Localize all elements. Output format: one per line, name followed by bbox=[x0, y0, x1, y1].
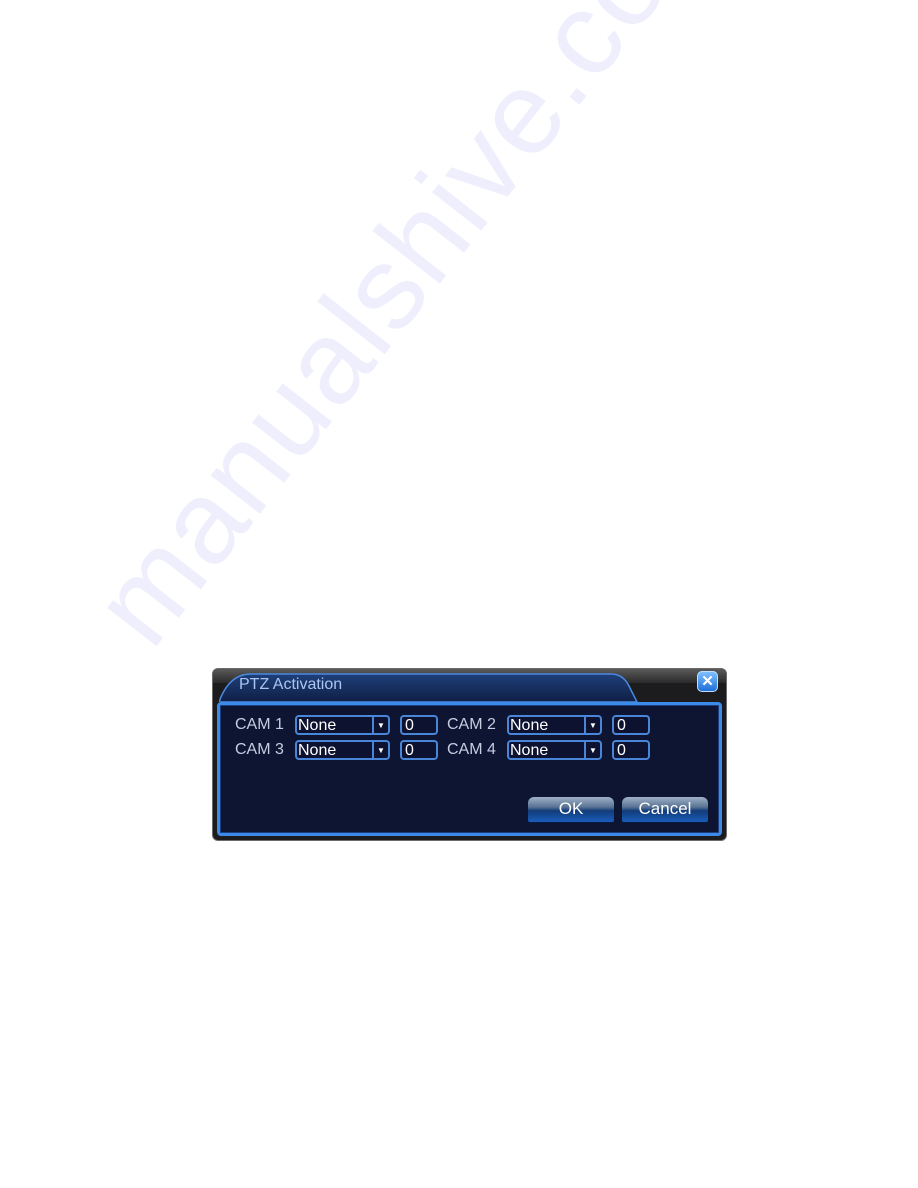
chevron-down-icon[interactable]: ▼ bbox=[372, 717, 388, 733]
watermark: manualshive.com bbox=[67, 0, 756, 669]
title-tab: PTZ Activation bbox=[219, 672, 639, 702]
cam3-preset-select[interactable]: None ▼ bbox=[295, 740, 390, 760]
cam4-number-input[interactable]: 0 bbox=[612, 740, 650, 760]
cam3-number-input[interactable]: 0 bbox=[400, 740, 438, 760]
cam1-number-input[interactable]: 0 bbox=[400, 715, 438, 735]
cam-row-1: CAM 1 None ▼ 0 CAM 2 None ▼ 0 bbox=[235, 715, 650, 735]
close-button[interactable]: ✕ bbox=[697, 671, 718, 692]
close-icon: ✕ bbox=[701, 673, 714, 690]
cam4-label: CAM 4 bbox=[447, 741, 496, 758]
chevron-down-icon[interactable]: ▼ bbox=[584, 742, 600, 758]
cam3-select-value: None bbox=[298, 742, 337, 759]
cam2-label: CAM 2 bbox=[447, 716, 496, 733]
chevron-down-icon[interactable]: ▼ bbox=[372, 742, 388, 758]
cancel-button[interactable]: Cancel bbox=[622, 797, 708, 822]
cam-row-2: CAM 3 None ▼ 0 CAM 4 None ▼ 0 bbox=[235, 740, 650, 760]
cam2-preset-select[interactable]: None ▼ bbox=[507, 715, 602, 735]
cam4-preset-select[interactable]: None ▼ bbox=[507, 740, 602, 760]
cam1-preset-select[interactable]: None ▼ bbox=[295, 715, 390, 735]
chevron-down-icon[interactable]: ▼ bbox=[584, 717, 600, 733]
ok-button[interactable]: OK bbox=[528, 797, 614, 822]
cam1-label: CAM 1 bbox=[235, 716, 284, 733]
cam2-select-value: None bbox=[510, 717, 549, 734]
dialog-panel: CAM 1 None ▼ 0 CAM 2 None ▼ 0 CAM 3 None… bbox=[217, 702, 722, 836]
cam2-number-input[interactable]: 0 bbox=[612, 715, 650, 735]
cam3-label: CAM 3 bbox=[235, 741, 284, 758]
ptz-activation-dialog: PTZ Activation ✕ CAM 1 None ▼ 0 CAM 2 No… bbox=[212, 668, 727, 841]
cam1-select-value: None bbox=[298, 717, 337, 734]
dialog-title: PTZ Activation bbox=[239, 676, 343, 693]
cam4-select-value: None bbox=[510, 742, 549, 759]
